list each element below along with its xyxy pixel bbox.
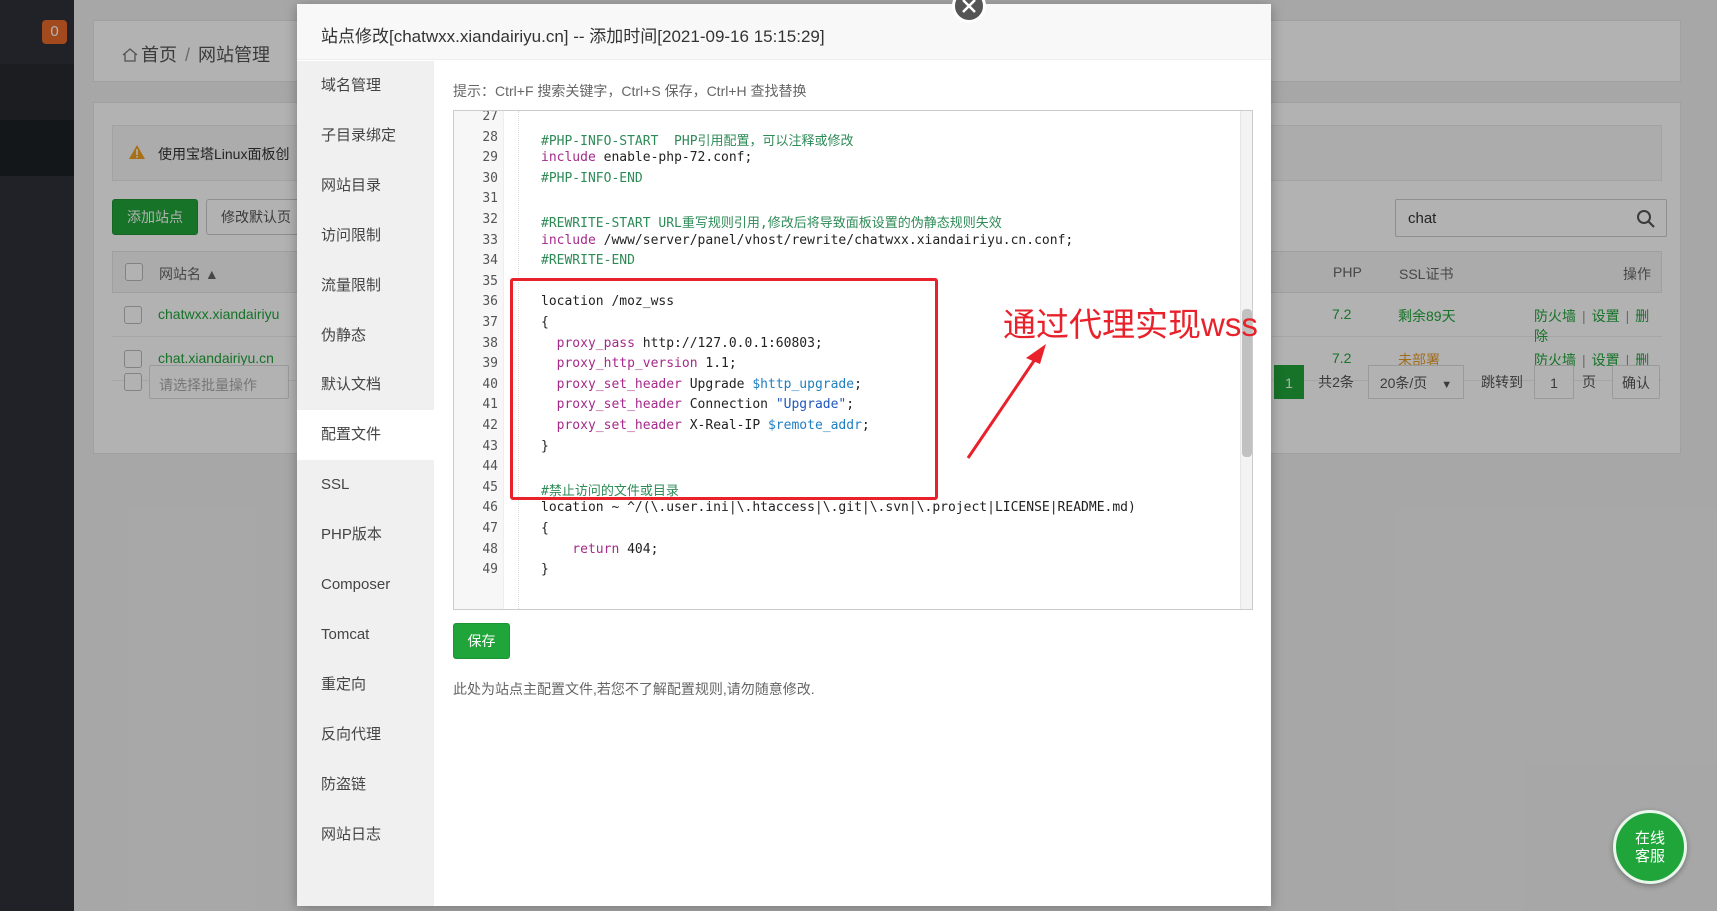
sidebar-item[interactable]: 配置文件	[297, 410, 434, 461]
line-number: 40	[482, 376, 498, 392]
code-token: #PHP-INFO-END	[541, 170, 643, 186]
code-line[interactable]: include enable-php-72.conf;	[541, 150, 752, 165]
annotation-arrow-icon	[966, 344, 1046, 459]
line-number: 29	[482, 150, 498, 166]
line-number: 45	[482, 479, 498, 495]
line-number: 39	[482, 356, 498, 372]
save-button[interactable]: 保存	[453, 623, 510, 659]
line-number: 28	[482, 129, 498, 145]
code-token: 404;	[619, 541, 659, 557]
line-number: 33	[482, 232, 498, 248]
sidebar-item[interactable]: 子目录绑定	[297, 111, 434, 161]
code-line[interactable]: {	[541, 521, 549, 536]
sidebar-item[interactable]: SSL	[297, 460, 434, 510]
line-number: 43	[482, 438, 498, 454]
line-number: 46	[482, 500, 498, 516]
line-number: 34	[482, 253, 498, 269]
editor-scrollbar[interactable]	[1240, 111, 1252, 609]
sidebar-item[interactable]: Tomcat	[297, 610, 434, 660]
code-token: enable-php-72.conf;	[595, 150, 753, 166]
sidebar-item[interactable]: 防盗链	[297, 760, 434, 810]
line-number: 36	[482, 294, 498, 310]
config-note: 此处为站点主配置文件,若您不了解配置规则,请勿随意修改.	[453, 681, 815, 697]
code-line[interactable]: #REWRITE-START URL重写规则引用,修改后将导致面板设置的伪静态规…	[541, 212, 1002, 231]
code-line[interactable]: }	[541, 562, 549, 577]
code-line[interactable]: #REWRITE-END	[541, 253, 635, 268]
code-line[interactable]: location ~ ^/(\.user.ini|\.htaccess|\.gi…	[541, 500, 1136, 515]
line-number: 42	[482, 418, 498, 433]
modal-title: 站点修改[chatwxx.xiandairiyu.cn] -- 添加时间[202…	[321, 27, 825, 46]
service-label-1: 在线	[1634, 830, 1665, 847]
line-number: 37	[482, 315, 498, 330]
line-number: 35	[482, 273, 498, 289]
code-token: }	[541, 562, 549, 578]
code-token: include	[541, 232, 596, 248]
editor-hint: 提示：Ctrl+F 搜索关键字，Ctrl+S 保存，Ctrl+H 查找替换	[453, 83, 807, 99]
close-icon[interactable]	[962, 0, 976, 13]
line-number: 27	[482, 110, 498, 124]
line-number: 48	[482, 541, 498, 557]
line-gutter: 27 28 29 30 31 32 33 34 35 36 37 38 39 40 41 42 43 44 45 46…	[454, 110, 504, 609]
code-token: /www/server/panel/vhost/rewrite/chatwxx.…	[595, 232, 1074, 248]
online-service-button[interactable]: 在线 客服	[1613, 810, 1687, 884]
code-token: #REWRITE-END	[541, 253, 635, 269]
code-token: return	[541, 541, 620, 557]
line-number: 41	[482, 397, 498, 413]
sidebar-item[interactable]: 网站目录	[297, 161, 434, 211]
modal-sidebar: 域名管理 子目录绑定 网站目录 访问限制 流量限制 伪静态 默认文档 配置文件 SSL PHP版本…	[297, 61, 434, 906]
code-token: location ~ ^/(\.user.ini|\.htaccess|\.gi…	[541, 500, 1136, 516]
line-number: 49	[482, 562, 498, 578]
sidebar-item[interactable]: 反向代理	[297, 710, 434, 760]
sidebar-item[interactable]: 域名管理	[297, 61, 434, 111]
code-token: include	[541, 150, 596, 166]
sidebar-item[interactable]: 访问限制	[297, 211, 434, 261]
annotation-highlight-box	[510, 278, 938, 500]
code-token: {	[541, 521, 549, 536]
code-line[interactable]: include /www/server/panel/vhost/rewrite/…	[541, 233, 1073, 248]
code-line[interactable]: #PHP-INFO-START PHP引用配置，可以注释或修改	[541, 130, 854, 149]
annotation-text: 通过代理实现wss	[1003, 306, 1258, 343]
code-line[interactable]: return 404;	[541, 542, 658, 557]
sidebar-item[interactable]: 重定向	[297, 660, 434, 710]
line-number: 47	[482, 521, 498, 536]
line-number: 30	[482, 170, 498, 186]
sidebar-item[interactable]: 网站日志	[297, 810, 434, 860]
line-number: 44	[482, 459, 498, 475]
modal-header: 站点修改[chatwxx.xiandairiyu.cn] -- 添加时间[202…	[297, 4, 1271, 60]
code-token: #PHP-INFO-START PHP引用配置，可以注释或修改	[541, 133, 854, 149]
sidebar-item[interactable]: PHP版本	[297, 510, 434, 560]
sidebar-item[interactable]: Composer	[297, 560, 434, 610]
code-line[interactable]: #PHP-INFO-END	[541, 171, 643, 186]
line-number: 38	[482, 335, 498, 351]
code-token: #REWRITE-START URL重写规则引用,修改后将导致面板设置的伪静态规…	[541, 216, 1002, 231]
sidebar-item[interactable]: 流量限制	[297, 261, 434, 311]
line-number: 31	[482, 191, 498, 207]
line-number: 32	[482, 212, 498, 227]
service-label-2: 客服	[1634, 848, 1665, 865]
sidebar-item[interactable]: 默认文档	[297, 360, 434, 410]
sidebar-item[interactable]: 伪静态	[297, 311, 434, 361]
